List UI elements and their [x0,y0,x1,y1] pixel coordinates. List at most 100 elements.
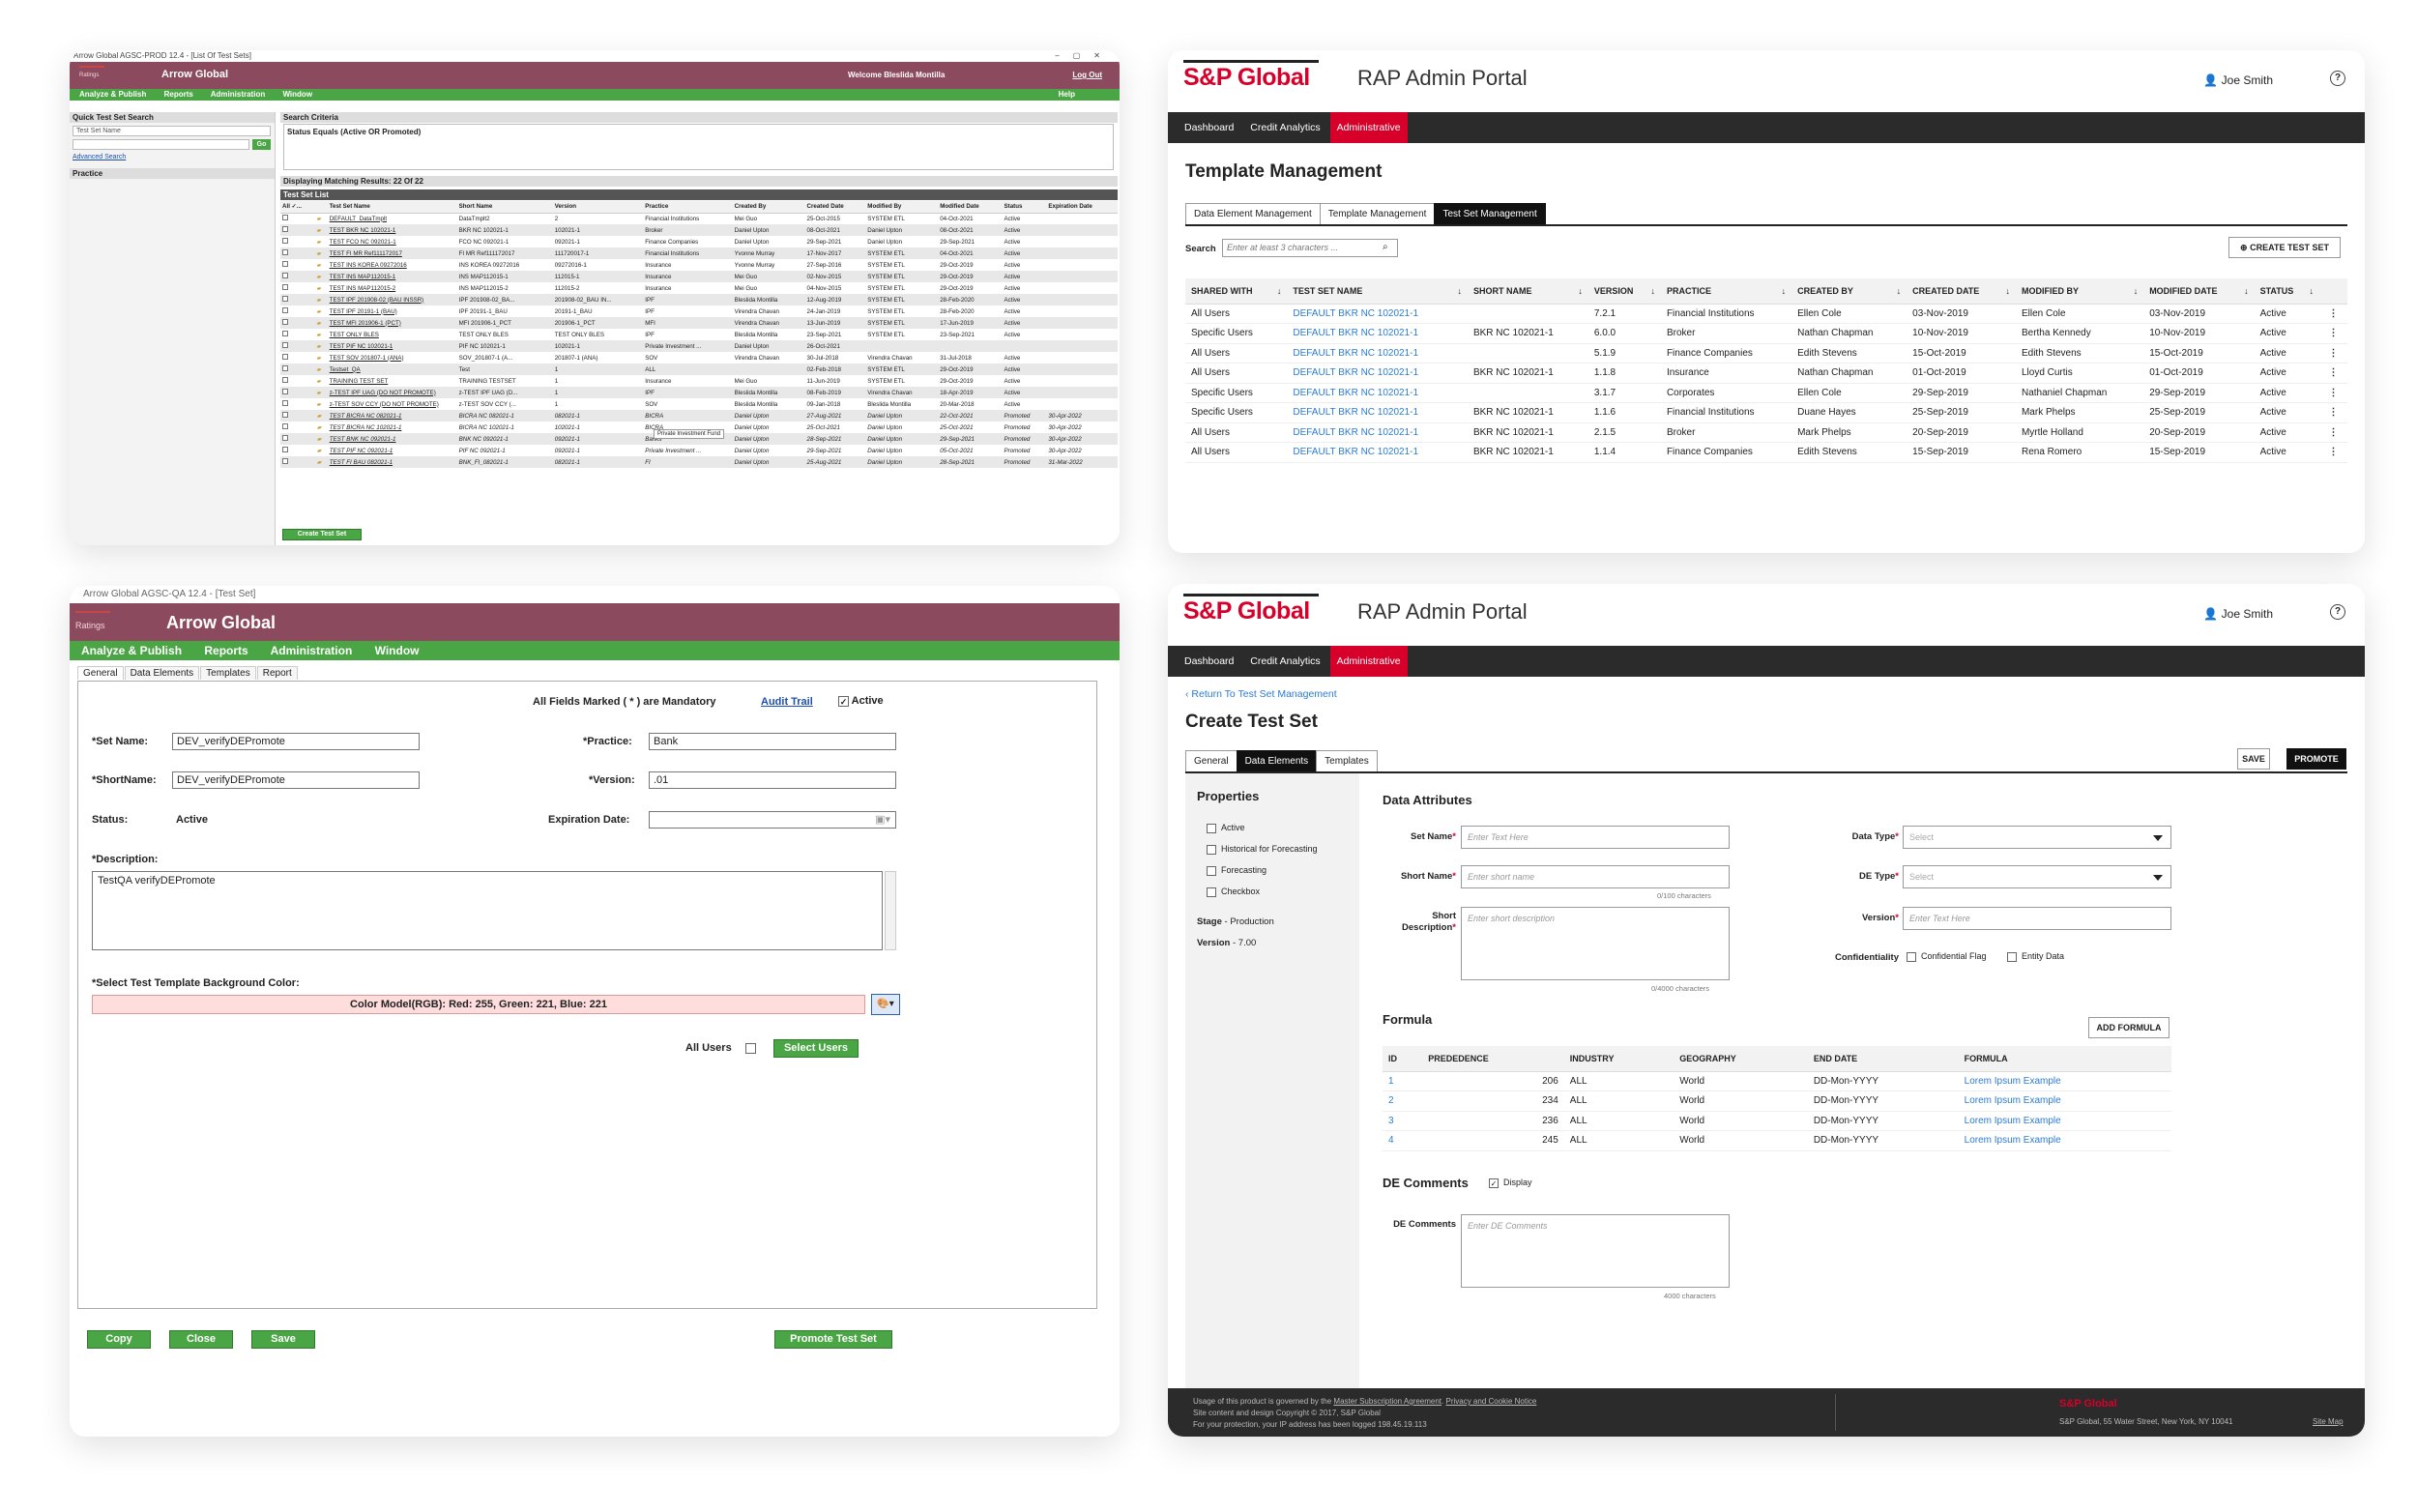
table-row[interactable]: ▰ TEST PIF NC 092021-1 PIF NC 092021-1 0920… [280,445,1118,456]
tab-data-elements[interactable]: Data Elements [1236,750,1318,772]
back-link[interactable]: ‹ Return To Test Set Management [1185,688,1337,700]
description-scrollbar[interactable] [885,871,896,950]
table-row[interactable]: ▰ TEST FCO NC 092021-1 FCO NC 092021-1 0920… [280,236,1118,247]
quick-search-input[interactable] [73,139,249,150]
tab-data-element-management[interactable]: Data Element Management [1185,203,1321,225]
active-checkbox[interactable]: ✓ Active [838,695,884,707]
row-checkbox[interactable] [282,412,288,418]
row-checkbox[interactable] [282,400,288,406]
table-row[interactable]: All Users DEFAULT BKR NC 102021-1 BKR NC 1… [1185,442,2347,463]
create-test-set-button[interactable]: ⊕ CREATE TEST SET [2228,237,2341,258]
formula-link[interactable]: Lorem Ipsum Example [1958,1130,2171,1151]
row-checkbox[interactable] [282,273,288,278]
row-select-cell[interactable] [280,445,315,456]
table-row[interactable]: Specific Users DEFAULT BKR NC 102021-1 BKR… [1185,323,2347,344]
column-header[interactable] [314,201,328,214]
test-set-name-link[interactable]: TEST INS MAP112015-2 [328,282,457,294]
table-row[interactable]: ▰ DEFAULT_DataTmplt DataTmplt2 2 Financial I… [280,213,1118,224]
table-row[interactable]: ▰ TEST INS KOREA 09272016 INS KOREA 092720… [280,259,1118,271]
table-row[interactable]: All Users DEFAULT BKR NC 102021-1 BKR NC 1… [1185,422,2347,443]
more-options-icon[interactable]: ⋮ [2318,363,2347,384]
row-checkbox[interactable] [282,296,288,302]
column-header[interactable]: MODIFIED BY ↓ [2015,278,2144,305]
go-button[interactable]: Go [252,139,271,150]
formula-row[interactable]: 3 236 ALL World DD-Mon-YYYY Lorem Ipsum Examp… [1383,1111,2171,1131]
nav-dashboard[interactable]: Dashboard [1178,112,1240,143]
logout-link[interactable]: Log Out [1072,71,1102,79]
column-header[interactable]: Modified By [865,201,939,214]
search-input[interactable]: Enter at least 3 characters ... [1222,239,1398,257]
create-test-set-button[interactable]: Create Test Set [282,529,362,540]
display-checkbox[interactable]: ✓ Display [1489,1178,1532,1188]
column-header[interactable]: VERSION ↓ [1587,278,1661,305]
column-header[interactable]: Status [1002,201,1047,214]
calendar-icon[interactable]: ▣▾ [875,812,890,828]
privacy-link[interactable]: Privacy and Cookie Notice [1445,1397,1536,1406]
table-row[interactable]: ▰ TEST FI BAU 082021-1 BNK_FI_082021-1 0820… [280,456,1118,468]
test-set-name-link[interactable]: TEST FI MR Ref111172017 [327,247,457,259]
table-row[interactable]: ▰ TEST IPF 20191-1 (BAU) IPF 20191-1_BAU 20… [280,305,1118,317]
formula-id-link[interactable]: 1 [1383,1071,1423,1091]
menu-reports[interactable]: Reports [164,90,193,99]
test-set-name-link[interactable]: TRAINING TEST SET [328,375,457,387]
more-options-icon[interactable]: ⋮ [2318,422,2347,443]
promote-button[interactable]: PROMOTE [2286,748,2346,770]
column-header[interactable]: SHORT NAME ↓ [1467,278,1588,305]
nav-administrative[interactable]: Administrative [1329,646,1408,677]
formula-id-link[interactable]: 3 [1383,1111,1423,1131]
row-select-cell[interactable] [280,410,315,422]
table-row[interactable]: ▰ TEST SOV 201807-1 (ANA) SOV_201807-1 (A.… [280,352,1118,363]
sort-icon[interactable]: ↓ [1782,286,1787,296]
short-name-field[interactable]: Enter short name [1461,865,1730,888]
test-set-name-link[interactable]: DEFAULT BKR NC 102021-1 [1287,363,1468,384]
test-set-name-link[interactable]: TEST IPF 20191-1 (BAU) [328,305,457,317]
sort-icon[interactable]: ↓ [2309,286,2314,296]
sort-icon[interactable]: ↓ [2134,286,2139,296]
row-checkbox[interactable] [282,319,288,325]
tab-templates[interactable]: Templates [1316,750,1378,772]
save-button[interactable]: Save [251,1330,315,1349]
row-select-cell[interactable] [280,213,315,224]
test-set-name-link[interactable]: DEFAULT BKR NC 102021-1 [1287,422,1468,443]
row-select-cell[interactable] [280,375,315,387]
row-checkbox[interactable] [282,458,288,464]
confidential-flag-checkbox[interactable]: Confidential Flag [1907,951,1987,962]
test-set-name-link[interactable]: DEFAULT_DataTmplt [328,213,457,224]
row-checkbox[interactable] [282,284,288,290]
row-select-cell[interactable] [280,259,315,271]
test-set-name-link[interactable]: TEST INS KOREA 09272016 [328,259,457,271]
entity-data-checkbox[interactable]: Entity Data [2007,951,2064,962]
short-description-field[interactable]: Enter short description [1461,907,1730,980]
copy-button[interactable]: Copy [87,1330,151,1349]
property-forecasting[interactable]: Forecasting [1207,865,1267,876]
sort-icon[interactable]: ↓ [1578,286,1583,296]
row-select-cell[interactable] [280,456,315,468]
column-header[interactable]: Created By [732,201,805,214]
table-row[interactable]: ▰ z-TEST SOV CCY (DO NOT PROMOTE) z-TEST S… [280,398,1118,410]
add-formula-button[interactable]: ADD FORMULA [2088,1017,2169,1038]
row-select-cell[interactable] [280,282,315,294]
version-field[interactable]: Enter Text Here [1903,907,2171,930]
description-field[interactable]: TestQA verifyDEPromote [92,871,883,950]
row-checkbox[interactable] [282,215,288,221]
table-row[interactable]: ▰ z-TEST IPF UAG (DO NOT PROMOTE) z-TEST I… [280,387,1118,398]
tab-template-management[interactable]: Template Management [1319,203,1436,225]
row-select-cell[interactable] [280,363,315,375]
data-type-select[interactable]: Select [1903,826,2171,849]
column-header[interactable]: MODIFIED DATE ↓ [2143,278,2255,305]
more-options-icon[interactable]: ⋮ [2318,304,2347,324]
menu-administration[interactable]: Administration [211,90,265,99]
row-checkbox[interactable] [282,342,288,348]
row-checkbox[interactable] [282,249,288,255]
nav-dashboard[interactable]: Dashboard [1178,646,1240,677]
column-header[interactable]: Short Name [456,201,553,214]
column-header[interactable]: STATUS ↓ [2254,278,2319,305]
test-set-name-link[interactable]: DEFAULT BKR NC 102021-1 [1287,442,1468,463]
de-comments-field[interactable]: Enter DE Comments [1461,1214,1730,1288]
sort-icon[interactable]: ↓ [1457,286,1462,296]
column-header[interactable]: Practice [643,201,733,214]
menu-window[interactable]: Window [282,90,312,99]
all-users-checkbox[interactable] [745,1043,756,1054]
column-header[interactable]: CREATED DATE ↓ [1907,278,2016,305]
row-checkbox[interactable] [282,261,288,267]
